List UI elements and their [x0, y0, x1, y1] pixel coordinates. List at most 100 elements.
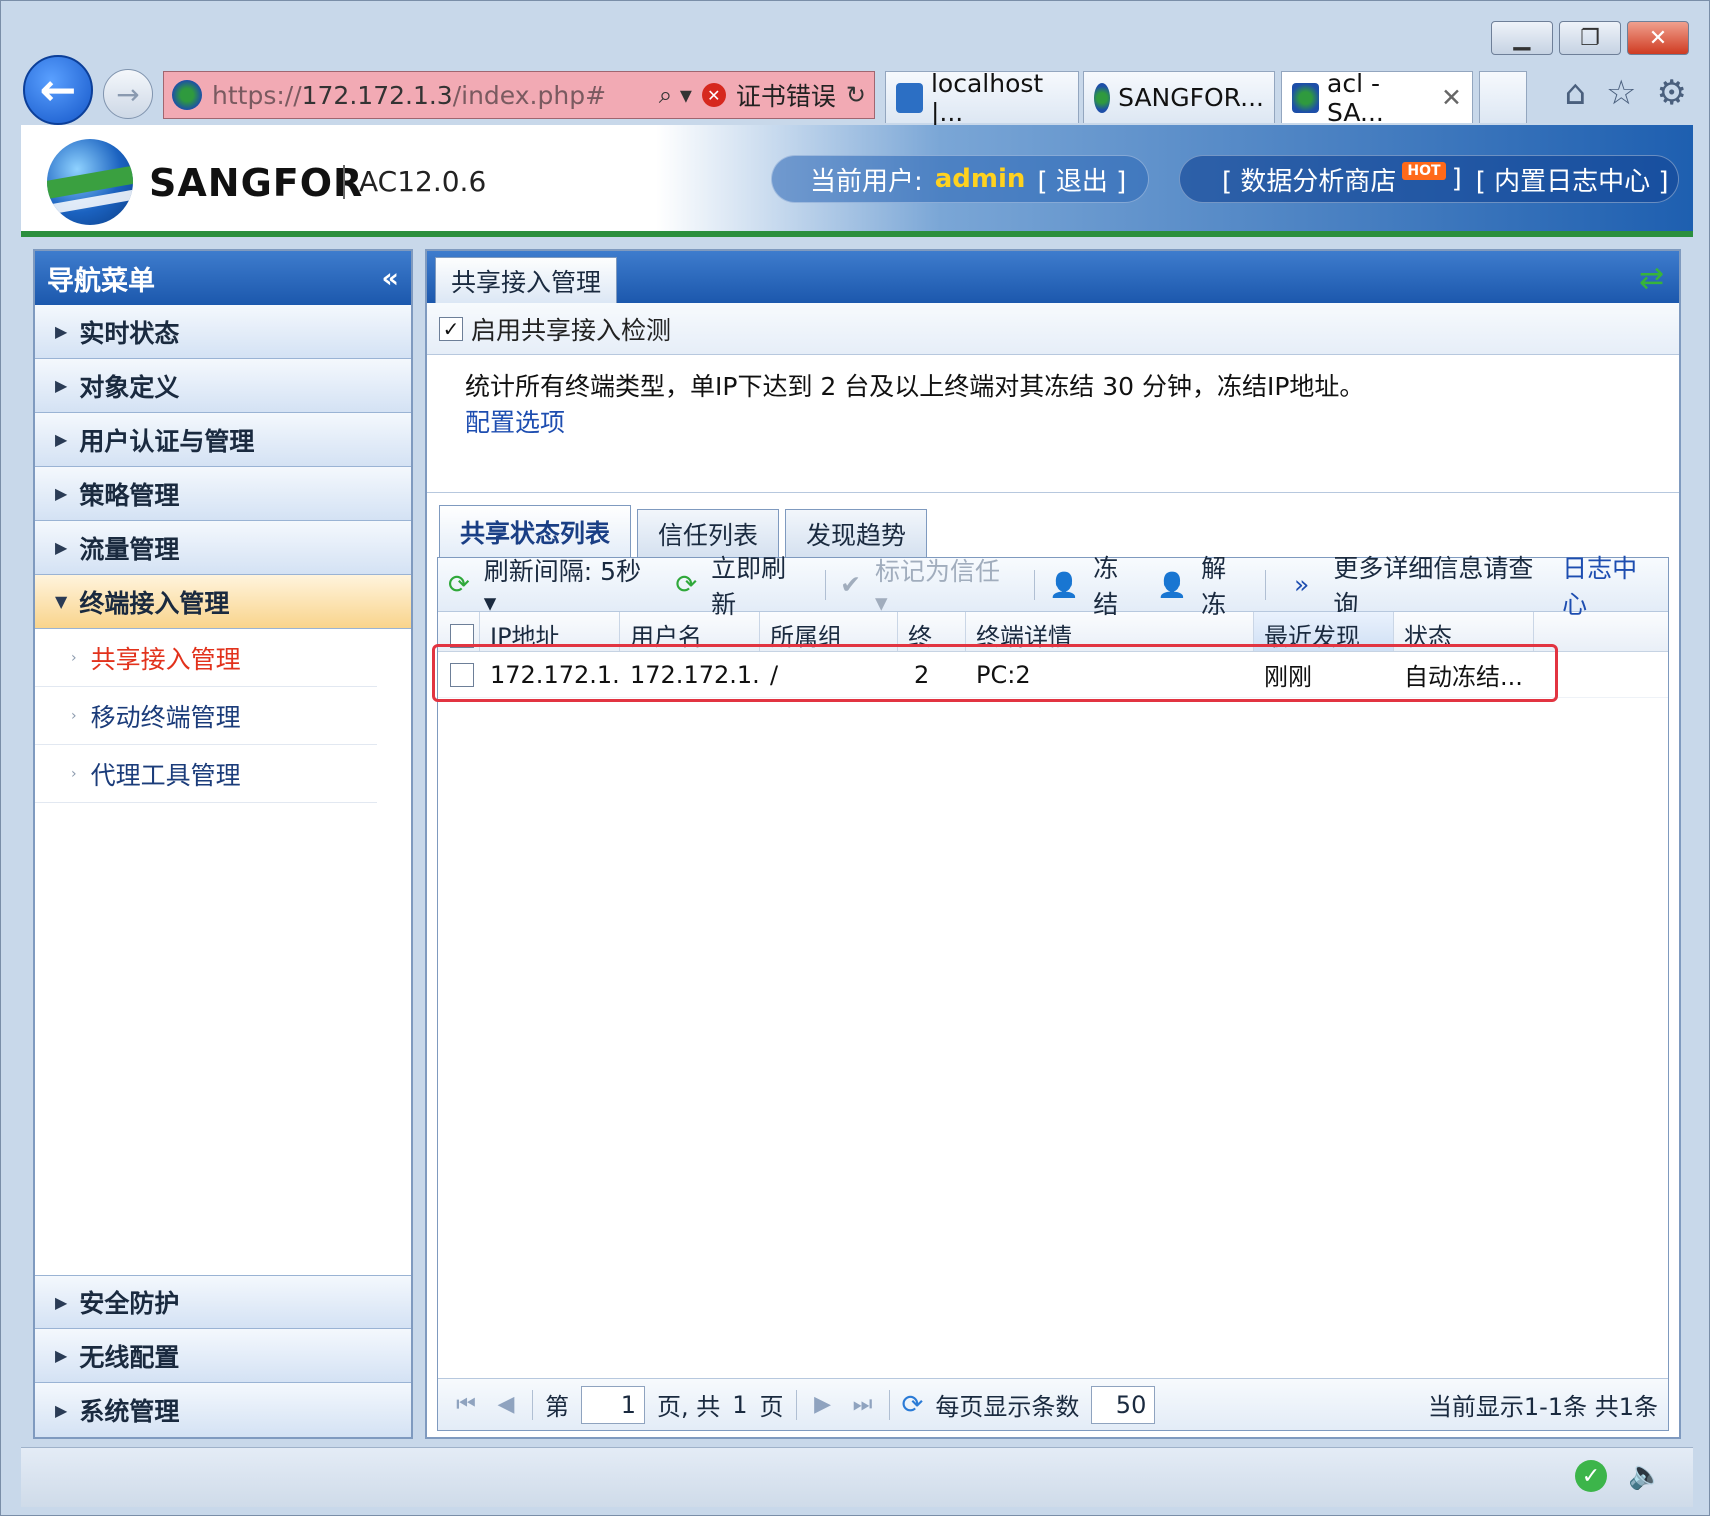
- favorites-icon[interactable]: ☆: [1606, 73, 1636, 113]
- log-center-link[interactable]: 日志中心: [1562, 549, 1668, 621]
- last-page-icon[interactable]: ⏭: [849, 1392, 877, 1417]
- refresh-icon[interactable]: ⟳: [902, 1390, 924, 1420]
- grid-toolbar: ⟳ 刷新间隔: 5秒 ▾ ⟳ 立即刷新 ✔ 标记为信任 ▾ 👤 冻结 👤 解冻 …: [438, 554, 1668, 619]
- home-icon[interactable]: ⌂: [1564, 73, 1586, 113]
- page-mid: 页, 共: [657, 1393, 721, 1421]
- sidebar-item-terminal-access[interactable]: ▼ 终端接入管理: [35, 575, 411, 629]
- pager-divider: [888, 1389, 890, 1420]
- reload-icon[interactable]: ↻: [846, 81, 866, 109]
- freeze-button[interactable]: 冻结: [1093, 549, 1143, 621]
- sidebar-item-security[interactable]: ▶ 安全防护: [35, 1275, 411, 1329]
- col-status[interactable]: 状态: [1394, 612, 1534, 651]
- tab-close-icon[interactable]: ✕: [1441, 83, 1462, 112]
- col-ip[interactable]: IP地址: [480, 612, 620, 651]
- browser-tab-1[interactable]: localhost |...: [885, 69, 1079, 127]
- refresh-icon[interactable]: ⇄: [1639, 261, 1671, 296]
- col-count[interactable]: 终: [898, 612, 966, 651]
- version-label: AC12.0.6: [359, 165, 487, 198]
- brand-divider: [343, 165, 345, 199]
- sidebar-item-objects[interactable]: ▶ 对象定义: [35, 359, 411, 413]
- address-bar[interactable]: https://172.172.1.3/index.php# ⌕ ▾ ✕ 证书错…: [163, 71, 875, 119]
- cert-error-label[interactable]: 证书错误: [736, 77, 836, 113]
- row-checkbox[interactable]: [450, 662, 474, 687]
- sidebar-item-policy[interactable]: ▶ 策略管理: [35, 467, 411, 521]
- chevron-right-icon: ›: [71, 649, 77, 666]
- sidebar-item-realtime[interactable]: ▶ 实时状态: [35, 305, 411, 359]
- prev-page-icon[interactable]: ◀: [492, 1392, 520, 1417]
- browser-status-bar: ✓ 🔈: [21, 1447, 1693, 1507]
- nav-sidebar: 导航菜单 « ▶ 实时状态 ▶ 对象定义 ▶ 用户认证与管理 ▶ 策略管理 ▶ 流量管理 …: [33, 249, 413, 1439]
- cert-error-icon[interactable]: ✕: [701, 83, 726, 107]
- logout-link[interactable]: [ 退出 ]: [1037, 161, 1126, 198]
- caret-right-icon: ▶: [55, 538, 68, 557]
- page-icon: [896, 82, 923, 113]
- record-info: 当前显示1-1条 共1条: [1427, 1393, 1658, 1421]
- current-user-label: 当前用户:: [810, 166, 923, 197]
- cell-last-seen: 刚刚: [1264, 663, 1312, 691]
- col-group[interactable]: 所属组: [760, 612, 898, 651]
- new-tab-button[interactable]: [1479, 71, 1527, 123]
- data-store-close: ]: [1451, 164, 1462, 194]
- refresh-now-button[interactable]: 立即刷新: [711, 549, 811, 621]
- collapse-icon[interactable]: «: [382, 263, 399, 294]
- sidebar-item-system[interactable]: ▶ 系统管理: [35, 1383, 411, 1437]
- col-last-seen[interactable]: 最近发现: [1254, 612, 1394, 651]
- browser-tab-3[interactable]: acl - SA... ✕: [1281, 69, 1473, 127]
- cell-count: 2: [914, 660, 930, 689]
- header-links: [ 数据分析商店 HOT ] [ 内置日志中心 ]: [1179, 155, 1679, 203]
- per-page-label: 每页显示条数: [935, 1393, 1080, 1421]
- double-chevron-icon[interactable]: »: [1294, 570, 1309, 599]
- restore-icon[interactable]: ❐: [1559, 21, 1621, 55]
- sidebar-item-auth[interactable]: ▶ 用户认证与管理: [35, 413, 411, 467]
- enable-checkbox[interactable]: ✓: [439, 316, 463, 341]
- site-icon: [172, 80, 202, 110]
- main-header: 共享接入管理 ⇄: [427, 251, 1679, 303]
- enable-option: ✓ 启用共享接入检测: [427, 303, 1679, 355]
- col-username[interactable]: 用户名: [620, 612, 760, 651]
- sidebar-sub-proxy[interactable]: › 代理工具管理: [35, 745, 377, 803]
- refresh-interval-dropdown[interactable]: 刷新间隔: 5秒 ▾: [484, 552, 662, 617]
- forward-icon[interactable]: →: [103, 69, 153, 119]
- inner-tabs: 共享状态列表 信任列表 发现趋势: [439, 505, 928, 557]
- select-all-checkbox[interactable]: [449, 624, 474, 648]
- caret-right-icon: ▶: [55, 1346, 68, 1365]
- brand-name: SANGFOR: [149, 161, 364, 205]
- sidebar-sub-mobile[interactable]: › 移动终端管理: [35, 687, 377, 745]
- chevron-right-icon: ›: [71, 707, 77, 724]
- unfreeze-button[interactable]: 解冻: [1201, 549, 1251, 621]
- next-page-icon[interactable]: ▶: [809, 1392, 837, 1417]
- log-center-link[interactable]: [ 内置日志中心 ]: [1476, 161, 1669, 198]
- page-prefix: 第: [545, 1393, 569, 1421]
- description-block: 统计所有终端类型，单IP下达到 2 台及以上终端对其冻结 30 分钟，冻结IP地…: [427, 355, 1679, 493]
- sangfor-logo-icon: [47, 139, 133, 225]
- sidebar-sub-shared-access[interactable]: › 共享接入管理: [35, 629, 377, 687]
- per-page-input[interactable]: 50: [1091, 1385, 1156, 1424]
- tab-shared-status[interactable]: 共享状态列表: [439, 505, 632, 557]
- username: admin: [934, 164, 1026, 194]
- search-icon[interactable]: ⌕ ▾: [659, 81, 692, 109]
- table-row[interactable]: 172.172.1.2 172.172.1.2 / 2 PC:2 刚刚 自动冻结…: [438, 652, 1668, 698]
- user-unfreeze-icon: 👤: [1157, 570, 1188, 599]
- gear-icon[interactable]: ⚙: [1657, 73, 1687, 113]
- back-icon[interactable]: ←: [23, 55, 93, 125]
- speaker-icon[interactable]: 🔈: [1628, 1458, 1663, 1491]
- page-input[interactable]: 1: [581, 1385, 645, 1424]
- table-header: IP地址 用户名 所属组 终 终端详情 最近发现 状态: [438, 612, 1668, 652]
- minimize-icon[interactable]: ▁: [1491, 21, 1553, 55]
- description-text: 统计所有终端类型，单IP下达到 2 台及以上终端对其冻结 30 分钟，冻结IP地…: [465, 372, 1365, 401]
- window-controls: ▁ ❐ ✕: [1491, 21, 1689, 55]
- first-page-icon[interactable]: ⏮: [452, 1392, 480, 1417]
- config-options-link[interactable]: 配置选项: [465, 405, 1641, 441]
- col-detail[interactable]: 终端详情: [966, 612, 1254, 651]
- close-icon[interactable]: ✕: [1627, 21, 1689, 55]
- sidebar-item-wireless[interactable]: ▶ 无线配置: [35, 1329, 411, 1383]
- address-url[interactable]: https://172.172.1.3/index.php#: [212, 81, 606, 110]
- cell-status: 自动冻结...: [1404, 663, 1523, 691]
- data-store-link[interactable]: [ 数据分析商店: [1222, 161, 1396, 198]
- tab-shared-access[interactable]: 共享接入管理: [435, 257, 617, 303]
- toolbar-divider: [825, 569, 827, 600]
- caret-right-icon: ▶: [55, 1292, 68, 1312]
- sidebar-item-traffic[interactable]: ▶ 流量管理: [35, 521, 411, 575]
- mark-trust-button[interactable]: 标记为信任 ▾: [875, 552, 1020, 617]
- browser-tab-2[interactable]: SANGFOR...: [1083, 71, 1275, 123]
